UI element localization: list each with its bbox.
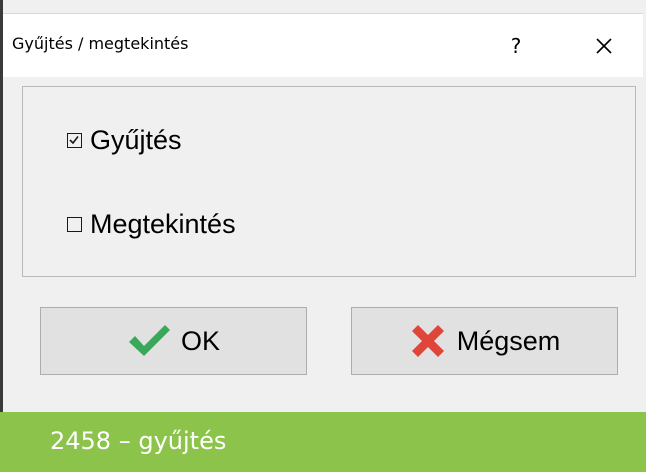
cross-icon [409,322,447,360]
gyujtes-label: Gyűjtés [90,125,182,155]
help-button[interactable]: ? [493,14,539,77]
ok-label: OK [180,325,220,356]
gyujtes-checkbox[interactable] [67,133,82,148]
dialog-body: Gyűjtés Megtekintés OK Mégsem [3,77,643,412]
cancel-button[interactable]: Mégsem [351,307,618,375]
checkmark-small-icon [69,136,79,145]
checkmark-icon [127,324,171,358]
title-bar: Gyűjtés / megtekintés ? [3,13,643,77]
ok-button[interactable]: OK [40,307,307,375]
close-button[interactable] [581,14,627,77]
options-group: Gyűjtés Megtekintés [22,86,636,277]
dialog-window: Gyűjtés / megtekintés ? Gyűjtés Megtekin… [0,0,646,472]
caption-text: 2458 – gyűjtés [50,427,227,455]
megtekintes-label: Megtekintés [90,209,236,239]
cancel-label: Mégsem [456,325,561,356]
megtekintes-checkbox[interactable] [67,217,82,232]
dialog-title: Gyűjtés / megtekintés [12,34,189,53]
option-megtekintes[interactable]: Megtekintés [67,209,236,240]
close-icon [596,37,612,54]
caption-bar: 2458 – gyűjtés [0,412,646,472]
option-gyujtes[interactable]: Gyűjtés [67,125,182,156]
